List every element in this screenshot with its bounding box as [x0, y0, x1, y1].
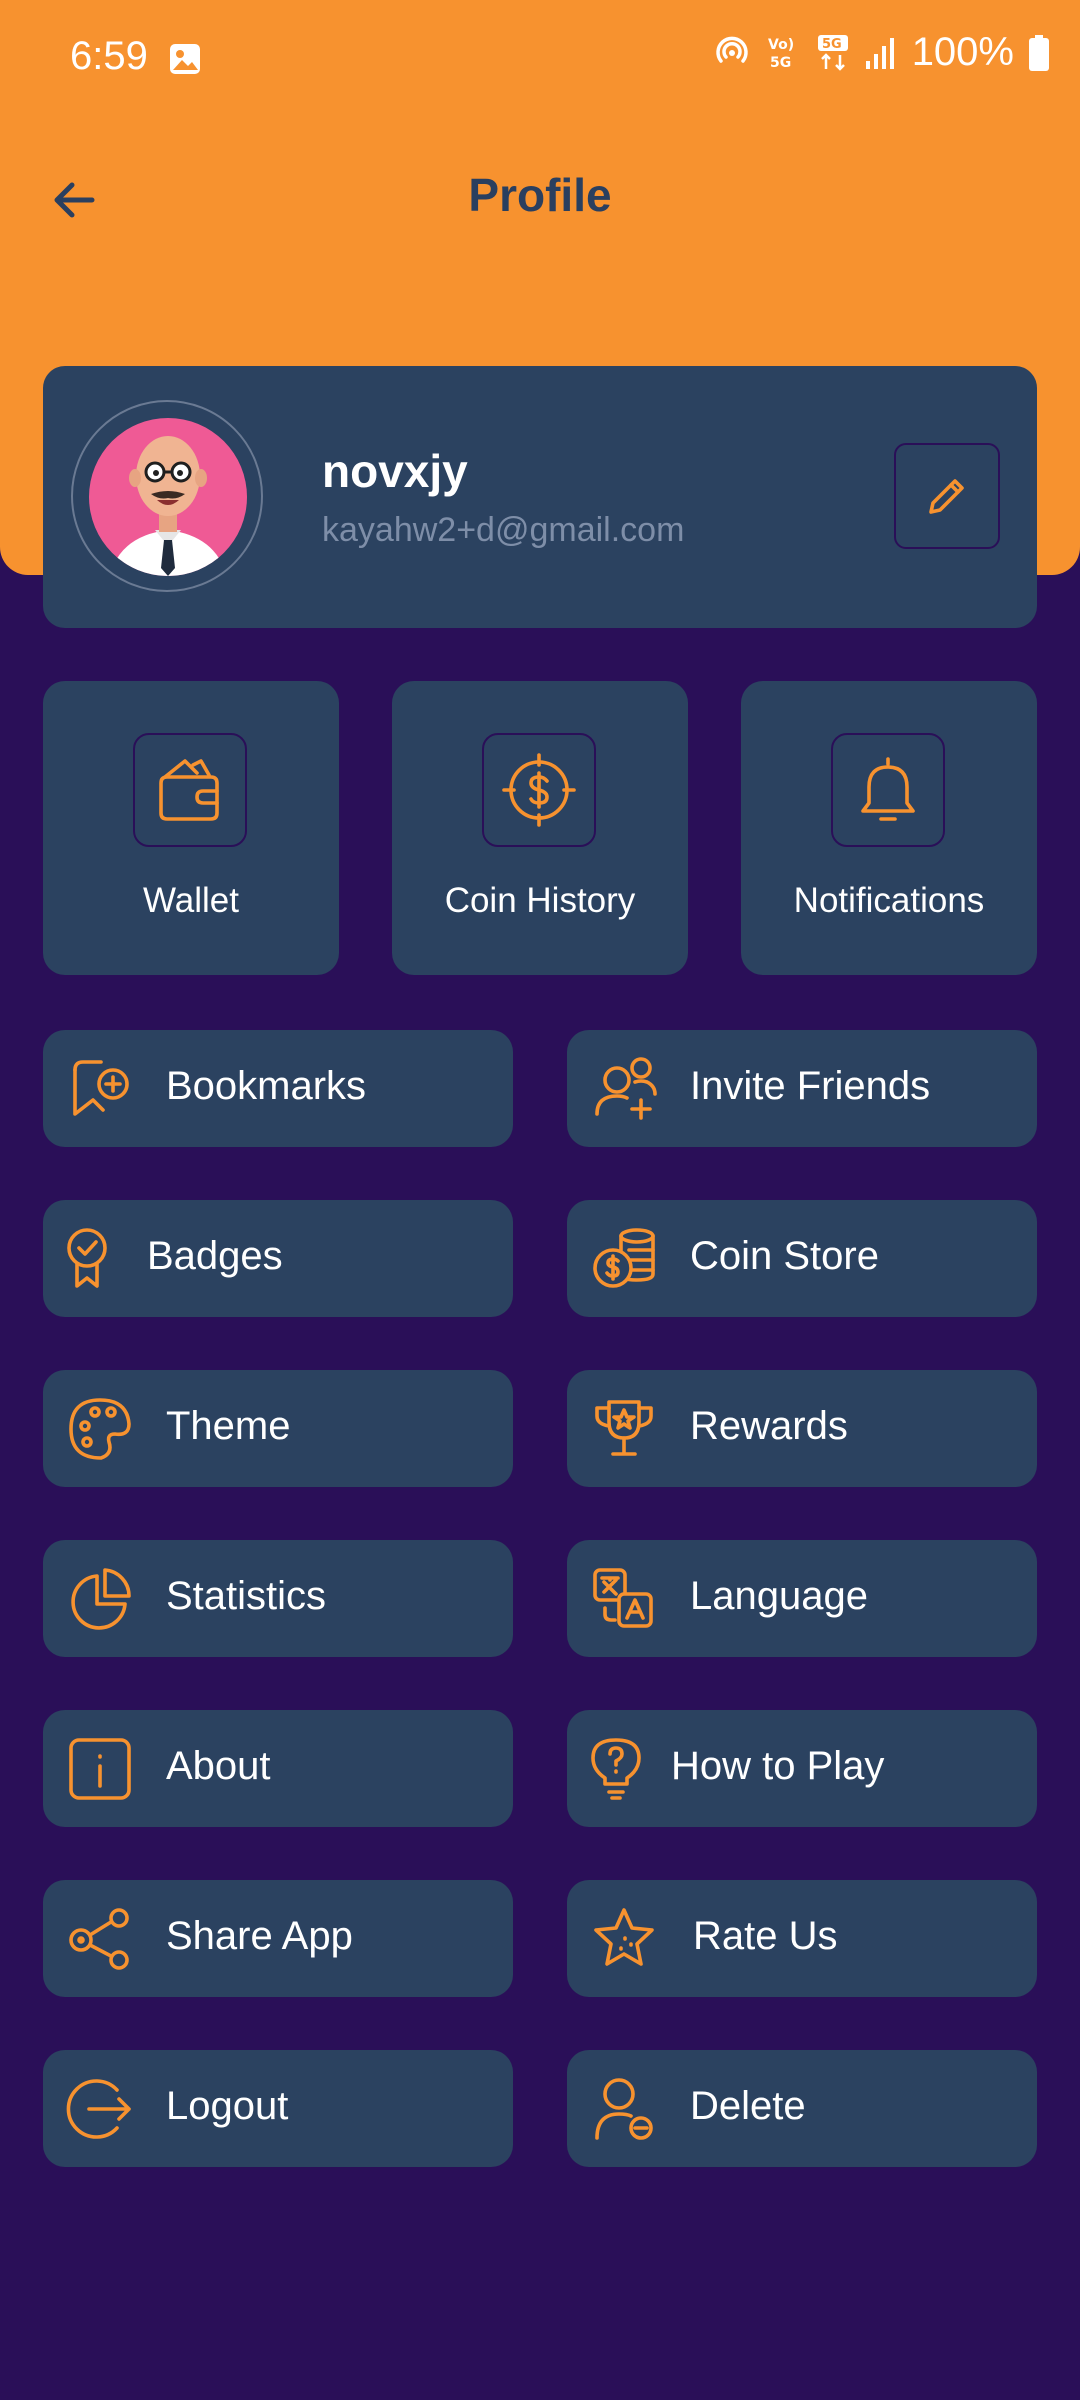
statistics-button[interactable]: Statistics — [43, 1540, 513, 1657]
coin-history-label: Coin History — [444, 881, 636, 920]
badges-icon-wrap — [57, 1224, 127, 1294]
svg-text:5G: 5G — [822, 37, 842, 52]
badge-icon — [67, 1228, 107, 1288]
rate-us-icon-wrap — [589, 1904, 659, 1974]
badges-label: Badges — [147, 1234, 283, 1278]
coins-icon — [593, 1228, 655, 1288]
theme-icon-wrap — [65, 1394, 135, 1464]
theme-button[interactable]: Theme — [43, 1370, 513, 1487]
wallet-icon — [159, 759, 219, 821]
language-button[interactable]: Language — [567, 1540, 1037, 1657]
delete-button[interactable]: Delete — [567, 2050, 1037, 2167]
translate-icon — [593, 1568, 653, 1628]
invite-friends-icon-wrap — [589, 1054, 659, 1124]
pencil-icon — [929, 479, 964, 514]
palette-icon — [69, 1398, 131, 1460]
how-to-play-icon-wrap — [581, 1734, 651, 1804]
user-name: novxjy — [322, 445, 468, 497]
wallet-icon-box — [133, 733, 247, 847]
theme-label: Theme — [166, 1404, 291, 1448]
status-indicators: Vo) 5G 5G 100% — [712, 30, 1050, 75]
hotspot-icon — [715, 36, 748, 63]
user-remove-icon — [595, 2078, 653, 2140]
coin-history-icon-box — [482, 733, 596, 847]
rewards-label: Rewards — [690, 1404, 848, 1448]
5g-data-icon: 5G — [817, 34, 848, 71]
rate-us-button[interactable]: Rate Us — [567, 1880, 1037, 1997]
delete-label: Delete — [690, 2084, 806, 2128]
app-header: Profile — [0, 150, 1080, 250]
share-app-icon-wrap — [65, 1904, 135, 1974]
user-email: kayahw2+d@gmail.com — [322, 511, 685, 549]
logout-label: Logout — [166, 2084, 289, 2128]
logout-icon — [66, 2079, 131, 2139]
wallet-label: Wallet — [143, 881, 239, 920]
pie-chart-icon — [71, 1568, 131, 1630]
signal-icon — [865, 37, 894, 69]
logout-button[interactable]: Logout — [43, 2050, 513, 2167]
logout-icon-wrap — [65, 2074, 135, 2144]
bookmarks-button[interactable]: Bookmarks — [43, 1030, 513, 1147]
rate-us-label: Rate Us — [693, 1914, 838, 1958]
language-icon-wrap — [589, 1564, 659, 1634]
avatar[interactable] — [89, 418, 247, 576]
statistics-icon-wrap — [65, 1564, 135, 1634]
svg-text:Vo): Vo) — [768, 37, 794, 53]
notifications-tile[interactable]: Notifications — [741, 681, 1037, 975]
rewards-button[interactable]: Rewards — [567, 1370, 1037, 1487]
avatar-ring — [71, 400, 263, 592]
profile-card: novxjy kayahw2+d@gmail.com — [43, 366, 1037, 628]
status-bar: 6:59 Vo) 5G 5G 100% — [0, 0, 1080, 120]
share-app-label: Share App — [166, 1914, 353, 1958]
coin-store-icon-wrap — [589, 1224, 659, 1294]
delete-icon-wrap — [589, 2074, 659, 2144]
share-app-button[interactable]: Share App — [43, 1880, 513, 1997]
how-to-play-button[interactable]: How to Play — [567, 1710, 1037, 1827]
bell-icon — [861, 757, 915, 821]
coin-store-label: Coin Store — [690, 1234, 879, 1278]
page-title: Profile — [468, 169, 612, 221]
gallery-notification-icon — [170, 44, 200, 74]
avatar-illustration — [109, 436, 227, 576]
notifications-label: Notifications — [793, 881, 985, 920]
status-time: 6:59 — [70, 34, 148, 78]
user-add-icon — [595, 1057, 657, 1120]
language-label: Language — [690, 1574, 868, 1618]
bookmarks-icon-wrap — [65, 1054, 135, 1124]
coin-history-tile[interactable]: Coin History — [392, 681, 688, 975]
about-label: About — [166, 1744, 271, 1788]
bell-icon-box — [831, 733, 945, 847]
battery-icon — [1029, 34, 1049, 71]
info-icon — [69, 1738, 131, 1800]
coin-store-button[interactable]: Coin Store — [567, 1200, 1037, 1317]
share-icon — [69, 1908, 129, 1970]
about-button[interactable]: About — [43, 1710, 513, 1827]
about-icon-wrap — [65, 1734, 135, 1804]
coin-history-icon — [502, 753, 576, 827]
svg-text:5G: 5G — [770, 55, 791, 71]
volte-icon: Vo) 5G — [768, 37, 794, 71]
edit-profile-button[interactable] — [894, 443, 1000, 549]
wallet-tile[interactable]: Wallet — [43, 681, 339, 975]
battery-percent: 100% — [911, 30, 1014, 74]
bookmark-add-icon — [73, 1060, 129, 1116]
how-to-play-label: How to Play — [671, 1744, 885, 1788]
invite-friends-label: Invite Friends — [690, 1064, 931, 1108]
bookmarks-label: Bookmarks — [166, 1064, 367, 1108]
star-icon — [594, 1908, 654, 1966]
trophy-icon — [595, 1400, 653, 1456]
statistics-label: Statistics — [166, 1574, 327, 1618]
lightbulb-question-icon — [591, 1738, 641, 1800]
badges-button[interactable]: Badges — [43, 1200, 513, 1317]
invite-friends-button[interactable]: Invite Friends — [567, 1030, 1037, 1147]
rewards-icon-wrap — [589, 1394, 659, 1464]
